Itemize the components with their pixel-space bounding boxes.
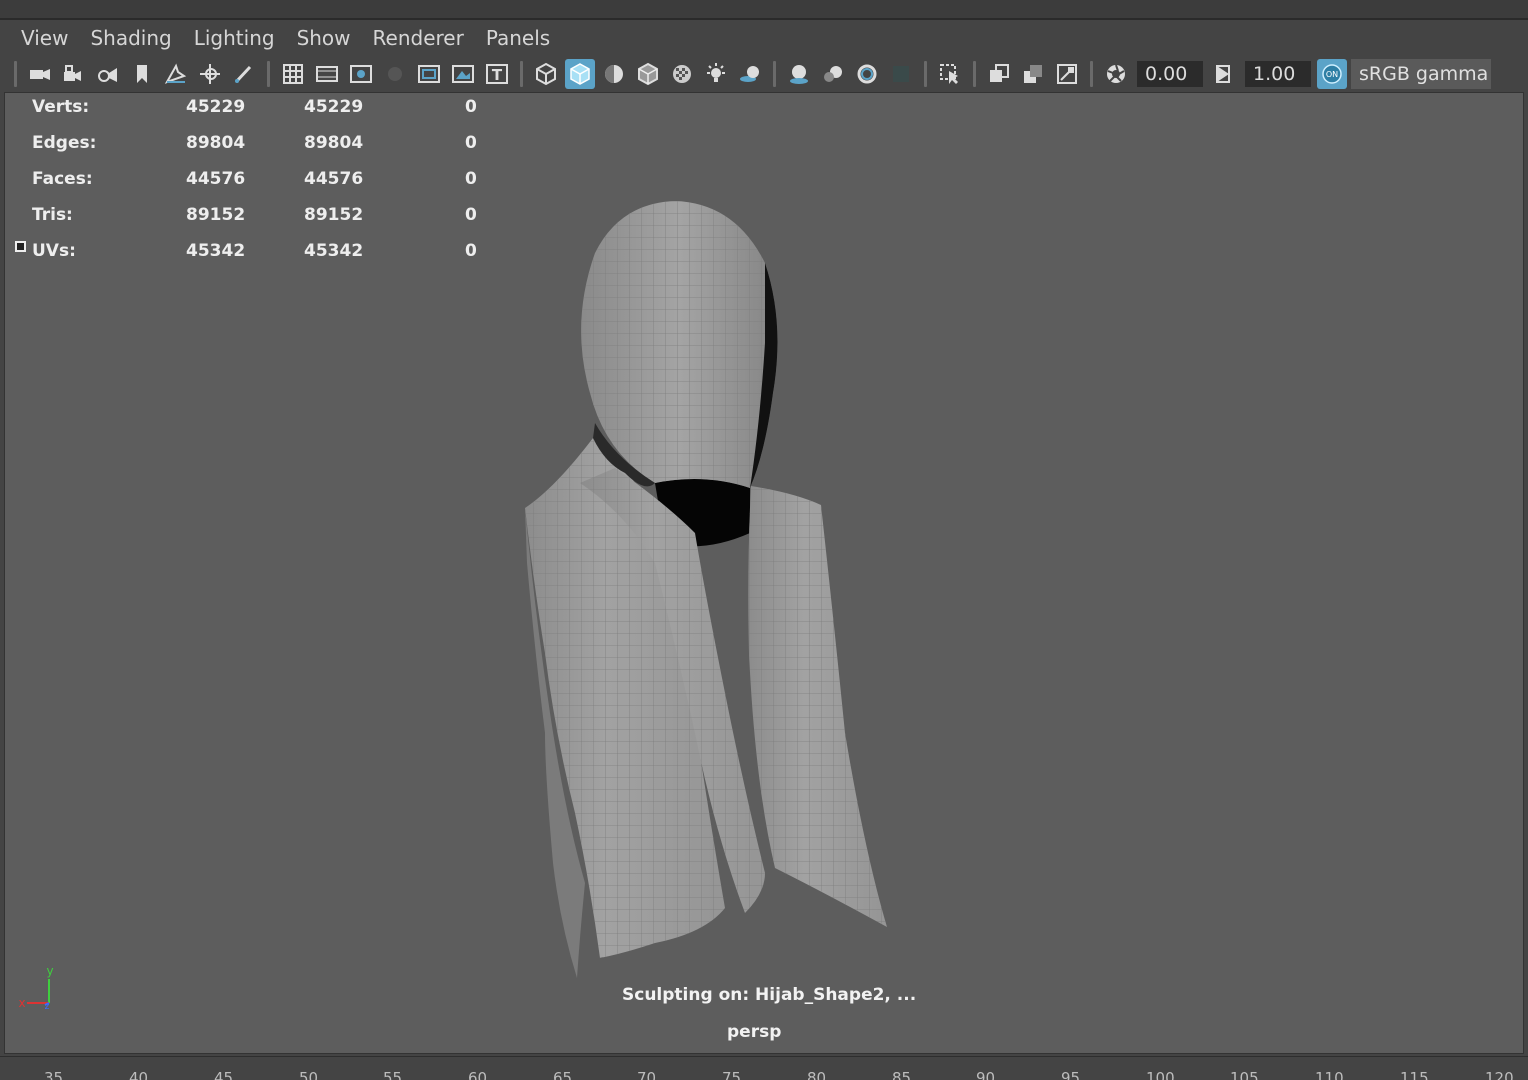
- svg-text:ON: ON: [1326, 70, 1338, 79]
- toolbar-separator: [924, 61, 927, 87]
- 3d-viewport[interactable]: Verts: 45229 45229 0 Edges: 89804 89804 …: [4, 92, 1524, 1054]
- wireframe-icon[interactable]: [531, 59, 561, 89]
- grease-pencil-icon[interactable]: [229, 59, 259, 89]
- resolution-gate-icon[interactable]: [346, 59, 376, 89]
- ambient-occlusion-icon[interactable]: [784, 59, 814, 89]
- gamma-field[interactable]: 1.00: [1245, 61, 1311, 87]
- gate-mask-icon[interactable]: [380, 59, 410, 89]
- timeline-tick: 105: [1230, 1069, 1259, 1080]
- xray-icon[interactable]: [984, 59, 1014, 89]
- timeline-tick: 90: [976, 1069, 996, 1080]
- timeline-tick: 55: [383, 1069, 403, 1080]
- isolate-select-icon[interactable]: [935, 59, 965, 89]
- lights-icon[interactable]: [701, 59, 731, 89]
- lock-camera-icon[interactable]: [59, 59, 89, 89]
- image-plane-icon[interactable]: [161, 59, 191, 89]
- menu-renderer[interactable]: Renderer: [371, 24, 466, 52]
- textured-icon[interactable]: [667, 59, 697, 89]
- toolbar-separator: [14, 61, 17, 87]
- motion-blur-icon[interactable]: [818, 59, 848, 89]
- shadows-icon[interactable]: [735, 59, 765, 89]
- menu-show[interactable]: Show: [295, 24, 353, 52]
- timeline-tick: 35: [44, 1069, 64, 1080]
- timeline-tick: 80: [807, 1069, 827, 1080]
- anti-aliasing-icon[interactable]: [852, 59, 882, 89]
- axis-gizmo: y x z: [18, 964, 53, 1011]
- timeline-tick: 75: [722, 1069, 742, 1080]
- timeline-tick: 65: [553, 1069, 573, 1080]
- field-chart-icon[interactable]: [414, 59, 444, 89]
- axis-x-label: x: [18, 996, 25, 1010]
- axis-z-label: z: [45, 1002, 50, 1011]
- camera-attributes-icon[interactable]: [93, 59, 123, 89]
- exposure-icon[interactable]: [1101, 59, 1131, 89]
- timeline-tick: 85: [892, 1069, 912, 1080]
- timeline-tick: 120: [1485, 1069, 1514, 1080]
- axis-y-label: y: [46, 964, 53, 978]
- camera-name-label: persp: [727, 1022, 782, 1042]
- grid-icon[interactable]: [278, 59, 308, 89]
- timeline-tick: 70: [637, 1069, 657, 1080]
- sculpt-status-message: Sculpting on: Hijab_Shape2, ...: [622, 985, 917, 1005]
- select-camera-icon[interactable]: [25, 59, 55, 89]
- window-top-strip: [0, 0, 1528, 20]
- timeline-tick: 95: [1061, 1069, 1081, 1080]
- toolbar-separator: [1090, 61, 1093, 87]
- color-management-toggle-icon[interactable]: ON: [1317, 59, 1347, 89]
- time-slider[interactable]: 35 40 45 50 55 60 65 70 75 80 85 90 95 1…: [0, 1056, 1528, 1080]
- 2d-pan-zoom-icon[interactable]: [195, 59, 225, 89]
- menu-panels[interactable]: Panels: [484, 24, 552, 52]
- panel-menubar: View Shading Lighting Show Renderer Pane…: [0, 20, 1528, 56]
- gamma-icon[interactable]: [1209, 59, 1239, 89]
- timeline-tick: 40: [129, 1069, 149, 1080]
- xray-components-icon[interactable]: [1052, 59, 1082, 89]
- timeline-tick: 100: [1146, 1069, 1175, 1080]
- default-material-icon[interactable]: [599, 59, 629, 89]
- exposure-field[interactable]: 0.00: [1137, 61, 1203, 87]
- timeline-tick: 50: [299, 1069, 319, 1080]
- timeline-tick: 45: [214, 1069, 234, 1080]
- depth-of-field-icon[interactable]: [886, 59, 916, 89]
- timeline-tick: 115: [1400, 1069, 1429, 1080]
- svg-text:T: T: [492, 66, 503, 84]
- menu-view[interactable]: View: [19, 24, 70, 52]
- timeline-tick: 110: [1315, 1069, 1344, 1080]
- safe-title-icon[interactable]: T: [482, 59, 512, 89]
- smooth-shade-icon[interactable]: [565, 59, 595, 89]
- hijab-mesh-model[interactable]: [5, 93, 1524, 1054]
- toolbar-separator: [267, 61, 270, 87]
- menu-shading[interactable]: Shading: [88, 24, 173, 52]
- bookmark-icon[interactable]: [127, 59, 157, 89]
- film-gate-icon[interactable]: [312, 59, 342, 89]
- timeline-tick: 60: [468, 1069, 488, 1080]
- toolbar-separator: [520, 61, 523, 87]
- toolbar-separator: [773, 61, 776, 87]
- color-space-dropdown[interactable]: sRGB gamma: [1351, 59, 1491, 89]
- panel-toolbar: T 0.00 1.00 ON sRGB gamma: [0, 56, 1528, 92]
- xray-joints-icon[interactable]: [1018, 59, 1048, 89]
- menu-lighting[interactable]: Lighting: [192, 24, 277, 52]
- toolbar-separator: [973, 61, 976, 87]
- wireframe-on-shaded-icon[interactable]: [633, 59, 663, 89]
- safe-action-icon[interactable]: [448, 59, 478, 89]
